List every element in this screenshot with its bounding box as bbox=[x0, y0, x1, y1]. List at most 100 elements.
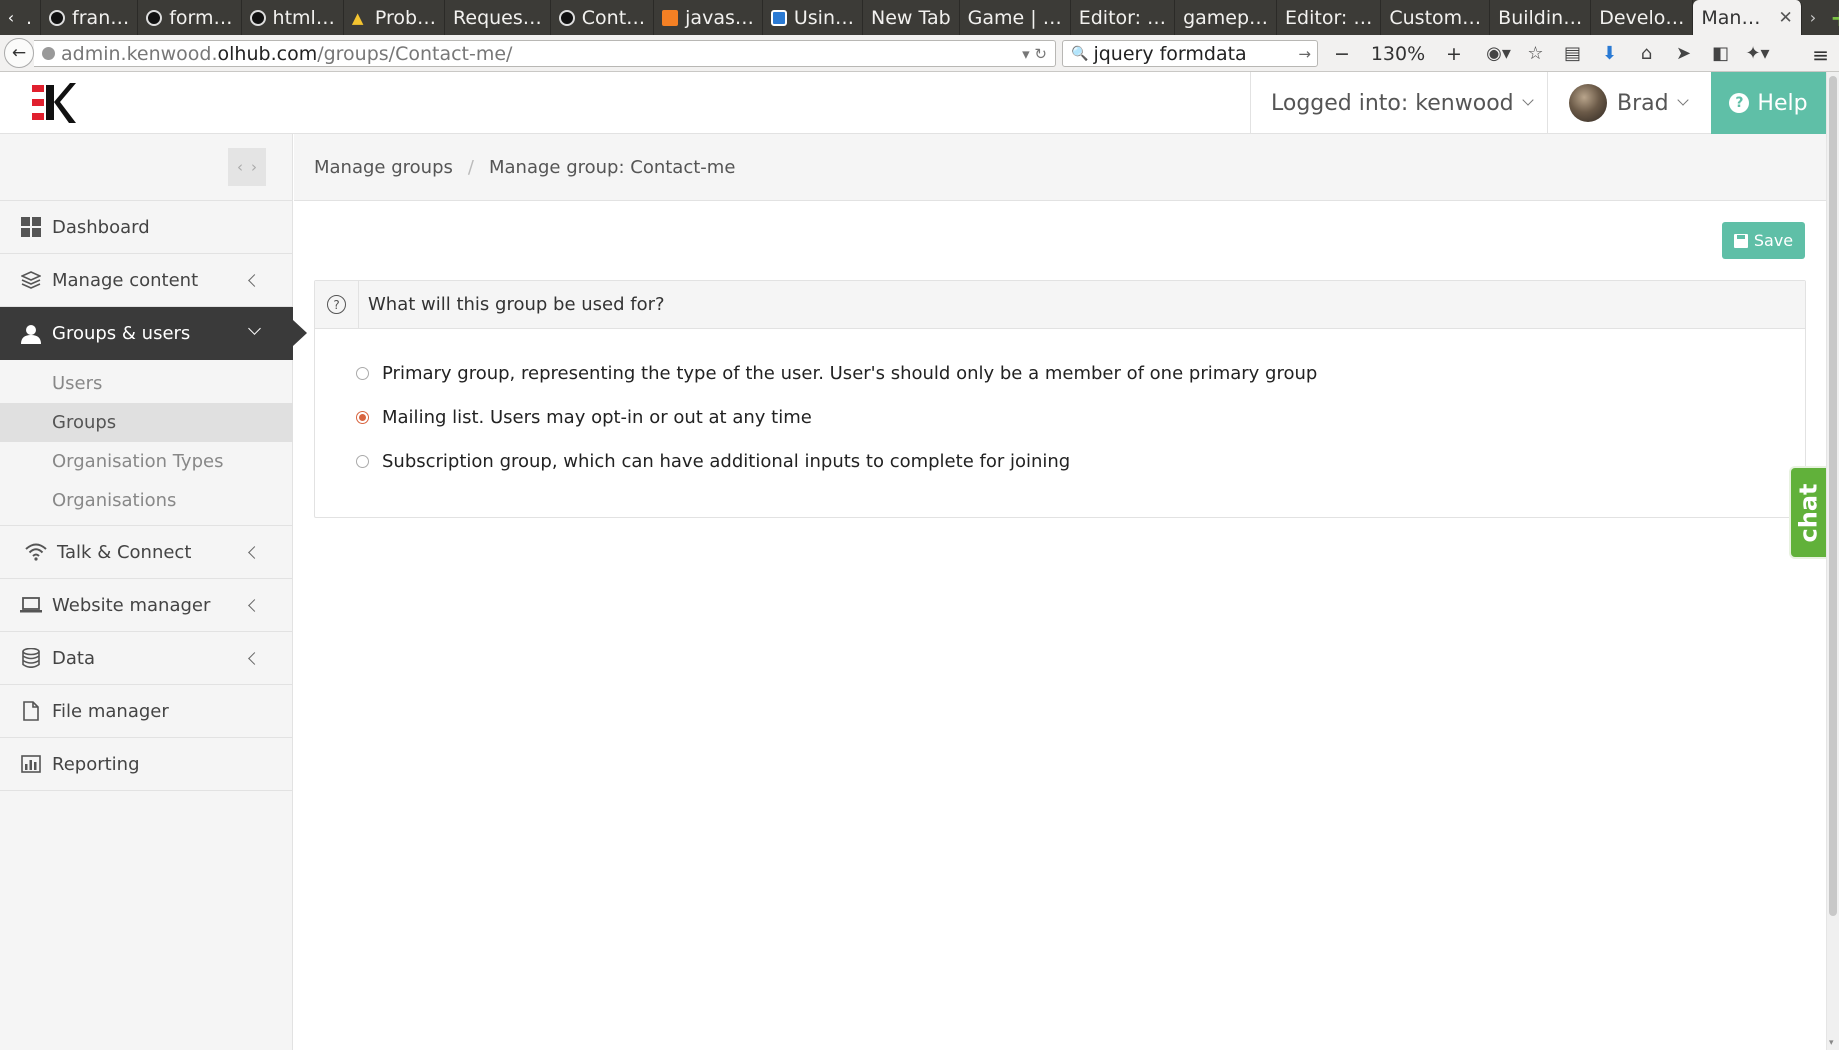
radio-primary-group[interactable] bbox=[356, 366, 369, 380]
sidebar-collapse-toggle[interactable]: ‹ › bbox=[228, 148, 266, 186]
browser-tab[interactable]: ▲ Prob… bbox=[344, 0, 446, 35]
chevron-left-icon bbox=[248, 652, 261, 665]
browser-tab-label: . bbox=[26, 6, 33, 29]
app-header: Logged into: kenwood Brad ? Help bbox=[0, 72, 1826, 134]
breadcrumb-separator: / bbox=[467, 156, 474, 178]
sidebar-item-file-manager[interactable]: File manager bbox=[0, 685, 293, 738]
close-tab-icon[interactable]: ✕ bbox=[1778, 8, 1792, 28]
site-info-icon[interactable] bbox=[42, 47, 55, 60]
browser-tab-active[interactable]: Man… ✕ bbox=[1693, 0, 1802, 35]
sidebar-subitem-organisation-types[interactable]: Organisation Types bbox=[0, 442, 293, 481]
dashboard-icon bbox=[20, 216, 42, 238]
home-icon[interactable]: ⌂ bbox=[1628, 43, 1665, 64]
browser-tab[interactable]: Usin… bbox=[763, 0, 864, 35]
extension-icon[interactable]: ✦▾ bbox=[1739, 43, 1776, 64]
browser-tab[interactable]: form… bbox=[138, 0, 242, 35]
browser-tab-label: gamep… bbox=[1183, 6, 1269, 29]
back-arrow-icon: ← bbox=[11, 43, 27, 63]
browser-tab[interactable]: html… bbox=[242, 0, 344, 35]
sidebar: ‹ › Dashboard Manage content Groups & use… bbox=[0, 134, 307, 1050]
browser-tab-label: html… bbox=[272, 6, 335, 29]
sidebar-item-website-manager[interactable]: Website manager bbox=[0, 579, 293, 632]
account-switcher[interactable]: Logged into: kenwood bbox=[1250, 72, 1548, 134]
help-button[interactable]: ? Help bbox=[1711, 72, 1826, 134]
new-tab-icon[interactable]: + bbox=[1824, 0, 1839, 35]
tab-scroll-left-icon[interactable]: ‹ bbox=[0, 0, 22, 35]
sidebar-item-data[interactable]: Data bbox=[0, 632, 293, 685]
file-icon bbox=[20, 700, 42, 722]
sidebar-item-label: File manager bbox=[52, 700, 169, 722]
zoom-out-button[interactable]: − bbox=[1330, 43, 1354, 65]
browser-tab[interactable]: Editor: … bbox=[1071, 0, 1176, 35]
user-menu[interactable]: Brad bbox=[1549, 72, 1710, 134]
browser-tab-label: Editor: … bbox=[1078, 6, 1167, 29]
browser-tab[interactable]: Custom… bbox=[1381, 0, 1491, 35]
sidebar-item-groups-users[interactable]: Groups & users bbox=[0, 307, 307, 360]
sidebar-item-label: Manage content bbox=[52, 269, 199, 291]
url-prefix: admin.kenwood. bbox=[61, 42, 218, 65]
reload-icon[interactable]: ▾ ↻ bbox=[1022, 45, 1047, 63]
tab-scroll-right-icon[interactable]: › bbox=[1802, 0, 1824, 35]
radio-subscription-group[interactable] bbox=[356, 454, 369, 468]
bar-chart-icon bbox=[20, 753, 42, 775]
sidebar-item-manage-content[interactable]: Manage content bbox=[0, 254, 293, 307]
reading-list-icon[interactable]: ▤ bbox=[1554, 43, 1591, 64]
back-button[interactable]: ← bbox=[4, 38, 34, 68]
group-type-panel: ? What will this group be used for? Prim… bbox=[314, 280, 1806, 518]
sidebar-item-dashboard[interactable]: Dashboard bbox=[0, 201, 293, 254]
browser-tab-label: javas… bbox=[685, 6, 754, 29]
chat-widget-button[interactable]: chat bbox=[1789, 466, 1826, 559]
option-mailing-list[interactable]: Mailing list. Users may opt-in or out at… bbox=[315, 395, 1805, 439]
zoom-in-button[interactable]: + bbox=[1442, 43, 1466, 65]
kenwood-logo[interactable] bbox=[32, 83, 76, 123]
browser-tab[interactable]: Editor: … bbox=[1277, 0, 1382, 35]
logged-in-label: Logged into: kenwood bbox=[1271, 90, 1514, 116]
browser-tab[interactable]: fran… bbox=[41, 0, 139, 35]
zoom-level[interactable]: 130% bbox=[1354, 43, 1442, 65]
zoom-controls: − 130% + bbox=[1330, 40, 1466, 67]
sidebar-subitem-users[interactable]: Users bbox=[0, 364, 293, 403]
browser-tab[interactable]: javas… bbox=[654, 0, 763, 35]
save-button[interactable]: Save bbox=[1722, 222, 1805, 259]
sidebar-item-label: Website manager bbox=[52, 594, 211, 616]
scroll-down-icon[interactable]: ▾ bbox=[1829, 1038, 1834, 1048]
radio-mailing-list[interactable] bbox=[356, 410, 369, 424]
bookmark-star-icon[interactable]: ☆ bbox=[1517, 43, 1554, 64]
option-primary-group[interactable]: Primary group, representing the type of … bbox=[315, 351, 1805, 395]
browser-tab[interactable]: Cont… bbox=[551, 0, 655, 35]
sidebar-nav: Dashboard Manage content Groups & users … bbox=[0, 201, 307, 791]
question-circle-icon: ? bbox=[1729, 93, 1750, 113]
send-icon[interactable]: ➤ bbox=[1665, 43, 1702, 64]
option-label: Mailing list. Users may opt-in or out at… bbox=[382, 406, 812, 428]
browser-tab-label: form… bbox=[169, 6, 233, 29]
globe-icon[interactable]: ◉▾ bbox=[1480, 43, 1517, 64]
scrollbar-thumb[interactable] bbox=[1829, 76, 1837, 916]
page-scrollbar[interactable]: ▾ bbox=[1826, 72, 1839, 1050]
sidebar-item-reporting[interactable]: Reporting bbox=[0, 738, 293, 791]
search-input[interactable]: 🔍 jquery formdata → bbox=[1062, 40, 1318, 67]
sidebar-item-talk-connect[interactable]: Talk & Connect bbox=[0, 526, 293, 579]
sidebar-subitem-groups[interactable]: Groups bbox=[0, 403, 293, 442]
hamburger-menu-icon[interactable]: ≡ bbox=[1812, 43, 1829, 67]
url-bar[interactable]: admin.kenwood. olhub.com/groups/Contact-m… bbox=[34, 40, 1056, 67]
chevron-left-icon bbox=[248, 546, 261, 559]
browser-tab-strip: ‹ . fran… form… html… ▲ Prob… Reques… Con… bbox=[0, 0, 1839, 35]
browser-toolbar: ◉▾ ☆ ▤ ⬇ ⌂ ➤ ◧ ✦▾ bbox=[1480, 40, 1776, 67]
browser-tab[interactable]: gamep… bbox=[1175, 0, 1278, 35]
question-circle-icon[interactable]: ? bbox=[327, 295, 346, 314]
option-subscription-group[interactable]: Subscription group, which can have addit… bbox=[315, 439, 1805, 483]
breadcrumb-manage-groups[interactable]: Manage groups bbox=[314, 157, 453, 178]
sidebar-subitem-organisations[interactable]: Organisations bbox=[0, 481, 293, 520]
download-icon[interactable]: ⬇ bbox=[1591, 43, 1628, 64]
browser-tab-label: Cont… bbox=[581, 6, 646, 29]
groups-users-submenu: Users Groups Organisation Types Organisa… bbox=[0, 360, 293, 526]
browser-tab[interactable]: Game | … bbox=[960, 0, 1071, 35]
breadcrumb-current: Manage group: Contact-me bbox=[488, 156, 736, 178]
browser-tab[interactable]: Develo… bbox=[1591, 0, 1694, 35]
search-go-icon[interactable]: → bbox=[1298, 45, 1311, 63]
browser-tab[interactable]: Reques… bbox=[445, 0, 551, 35]
addon-icon[interactable]: ◧ bbox=[1702, 43, 1739, 64]
browser-tab[interactable]: . bbox=[22, 0, 42, 35]
browser-tab[interactable]: Buildin… bbox=[1490, 0, 1592, 35]
browser-tab[interactable]: New Tab bbox=[863, 0, 960, 35]
